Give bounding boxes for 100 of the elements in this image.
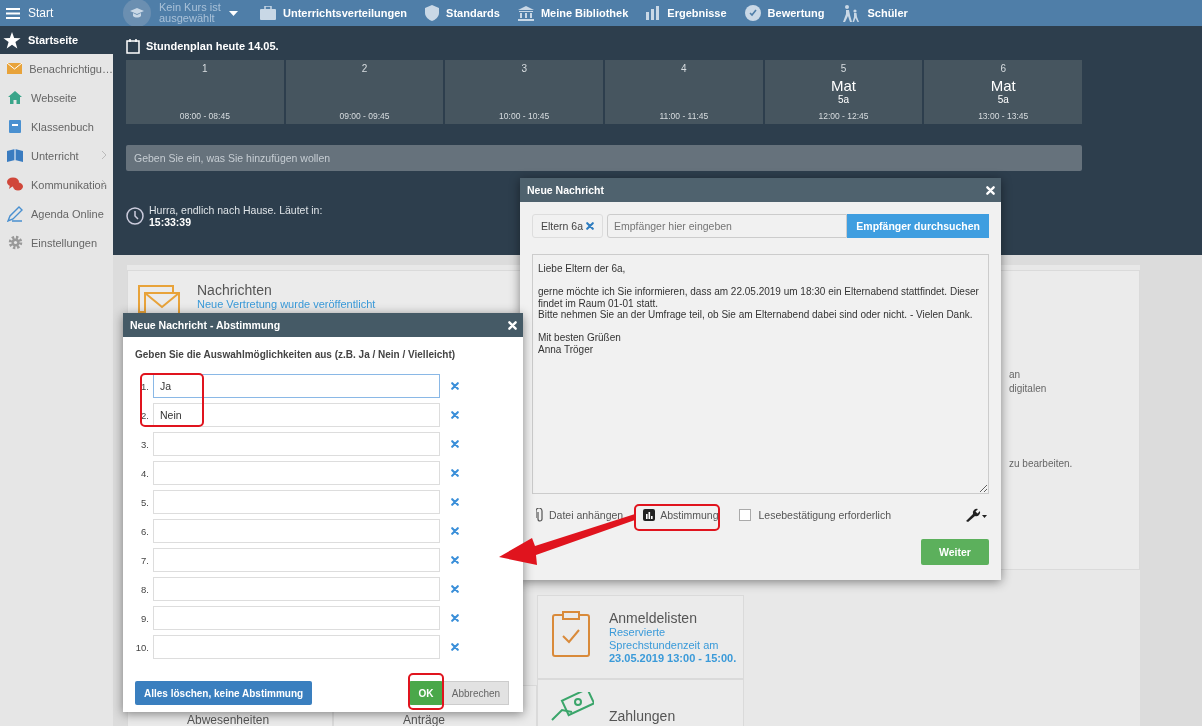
sidebar-item[interactable]: Einstellungen [0,228,113,257]
graduation-cap-icon[interactable] [123,0,151,27]
badge-icon [744,5,761,21]
money-hand-icon [550,692,594,722]
envelope-icon [6,63,22,74]
tile-title: Abwesenheiten [187,713,270,726]
tile-title: Anmeldelisten [609,610,697,626]
lesson-slot[interactable]: 3 10:00 - 10:45 [445,60,603,124]
clipboard-icon [552,611,590,657]
highlight-frame [140,373,204,427]
notification-link[interactable]: Neue Vertretung wurde veröffentlicht [197,298,376,310]
tile-title: Nachrichten [197,282,272,298]
lesson-slot[interactable]: 1 08:00 - 08:45 [126,60,284,124]
option-number: 9. [140,612,150,624]
attach-file-button[interactable]: Datei anhängen [532,508,628,522]
wrench-icon[interactable] [965,508,987,522]
option-field[interactable] [153,461,440,485]
dialog-title: Neue Nachricht [527,184,605,196]
message-field[interactable]: Liebe Eltern der 6a, gerne möchte ich Sie informieren, dass am 22.05.2019 um 18:30 ein Elternabend stattfindet. Dieser findet im Raum 01-01 statt. Bitte nehmen Sie an der Umfrage teil, ob Sie am Elternabend dabei sind oder nicht. - Vielen Dank. Mit besten Grüßen Anna Tröger [532,254,989,494]
poll-button[interactable]: Abstimmung [639,509,723,521]
briefcase-icon [260,6,276,20]
open-book-icon [7,149,23,162]
quick-add-field[interactable]: Geben Sie ein, was Sie hinzufügen wollen [126,145,1082,171]
gear-icon [7,235,23,250]
sidebar-item[interactable]: Webseite [0,83,113,112]
dialog-title: Neue Nachricht - Abstimmung [130,319,281,331]
payments-tile[interactable] [537,679,744,726]
option-field[interactable] [153,548,440,572]
option-number: 3. [140,438,150,450]
nav-link[interactable]: Standards [446,7,500,19]
option-number: 10. [134,641,150,653]
recipient-field[interactable]: Empfänger hier eingeben [607,214,848,238]
remove-icon[interactable] [451,556,459,564]
pen-icon [7,205,23,222]
clock-icon [126,207,144,225]
recipient-chip[interactable]: Eltern 6a [532,214,604,238]
lesson-slot[interactable]: 4 11:00 - 11:45 [605,60,763,124]
option-field[interactable] [153,577,440,601]
remove-icon[interactable] [451,643,459,651]
remove-icon[interactable] [451,585,459,593]
highlight-frame [408,673,444,710]
sidebar-item[interactable]: Benachrichtigu… [0,54,113,83]
search-recipients-button[interactable]: Empfänger durchsuchen [847,214,989,238]
option-number: 6. [140,525,150,537]
remove-icon[interactable] [451,498,459,506]
lesson-slot[interactable]: 6 Mat 5a 13:00 - 13:45 [924,60,1083,124]
option-number: 7. [140,554,150,566]
next-button[interactable]: Weiter [921,539,989,565]
book-icon [9,120,21,133]
sidebar-item[interactable]: Agenda Online [0,199,113,228]
option-field[interactable] [153,606,440,630]
close-icon[interactable] [508,320,517,330]
remove-icon[interactable] [451,614,459,622]
clear-all-button[interactable]: Alles löschen, keine Abstimmung [135,681,313,705]
option-field[interactable]: Nein [153,403,440,427]
tile-text: Reservierte Sprechstundenzeit am 23.05.2019 13:00 - 15:00. [609,626,738,665]
sidebar-item[interactable]: Klassenbuch [0,112,113,141]
menu-icon[interactable] [6,7,20,19]
nav-link[interactable]: Schüler [867,7,908,19]
option-field[interactable] [153,519,440,543]
tile-text: digitalen [1009,383,1047,394]
remove-icon[interactable] [451,411,459,419]
remove-icon[interactable] [451,469,459,477]
chat-icon [7,177,23,192]
close-icon[interactable] [986,185,995,195]
option-field[interactable]: Ja [153,374,440,398]
caret-icon[interactable] [229,10,238,16]
nav-link[interactable]: Meine Bibliothek [540,7,629,19]
house-icon [8,91,22,104]
sidebar-item[interactable]: Kommunikation [0,170,113,199]
bell-message: Hurra, endlich nach Hause. Läutet in: [149,204,323,216]
ok-button[interactable]: OK [409,681,443,705]
shield-icon [425,5,440,21]
nav-link[interactable]: Bewertung [767,7,825,19]
option-number: 8. [140,583,150,595]
lesson-slot[interactable]: 5 Mat 5a 12:00 - 12:45 [764,60,923,124]
checkbox-label: Lesebestätigung erforderlich [758,509,892,521]
app-title[interactable]: Start [28,6,54,20]
nav-link[interactable]: Unterrichtsverteilungen [283,7,408,19]
tile-text: zu bearbeiten. [1009,458,1073,469]
read-receipt-checkbox[interactable] [738,509,751,521]
remove-icon[interactable] [451,440,459,448]
remove-icon[interactable] [586,222,595,230]
signup-tile[interactable] [537,595,744,679]
remove-icon[interactable] [451,382,459,390]
tile-title: Anträge [403,713,446,726]
sidebar-item[interactable]: Startseite [0,26,113,54]
option-number: 4. [140,467,150,479]
lesson-slot[interactable]: 2 09:00 - 09:45 [285,60,444,124]
bank-icon [517,5,534,21]
sidebar-item[interactable]: Unterricht [0,141,113,170]
countdown: 15:33:39 [149,216,193,228]
cancel-button[interactable]: Abbrechen [443,681,509,705]
walking-people-icon [842,4,861,22]
star-icon [3,30,21,50]
option-field[interactable] [153,432,440,456]
nav-link[interactable]: Ergebnisse [667,7,727,19]
remove-icon[interactable] [451,527,459,535]
option-field[interactable] [153,635,440,659]
option-field[interactable] [153,490,440,514]
